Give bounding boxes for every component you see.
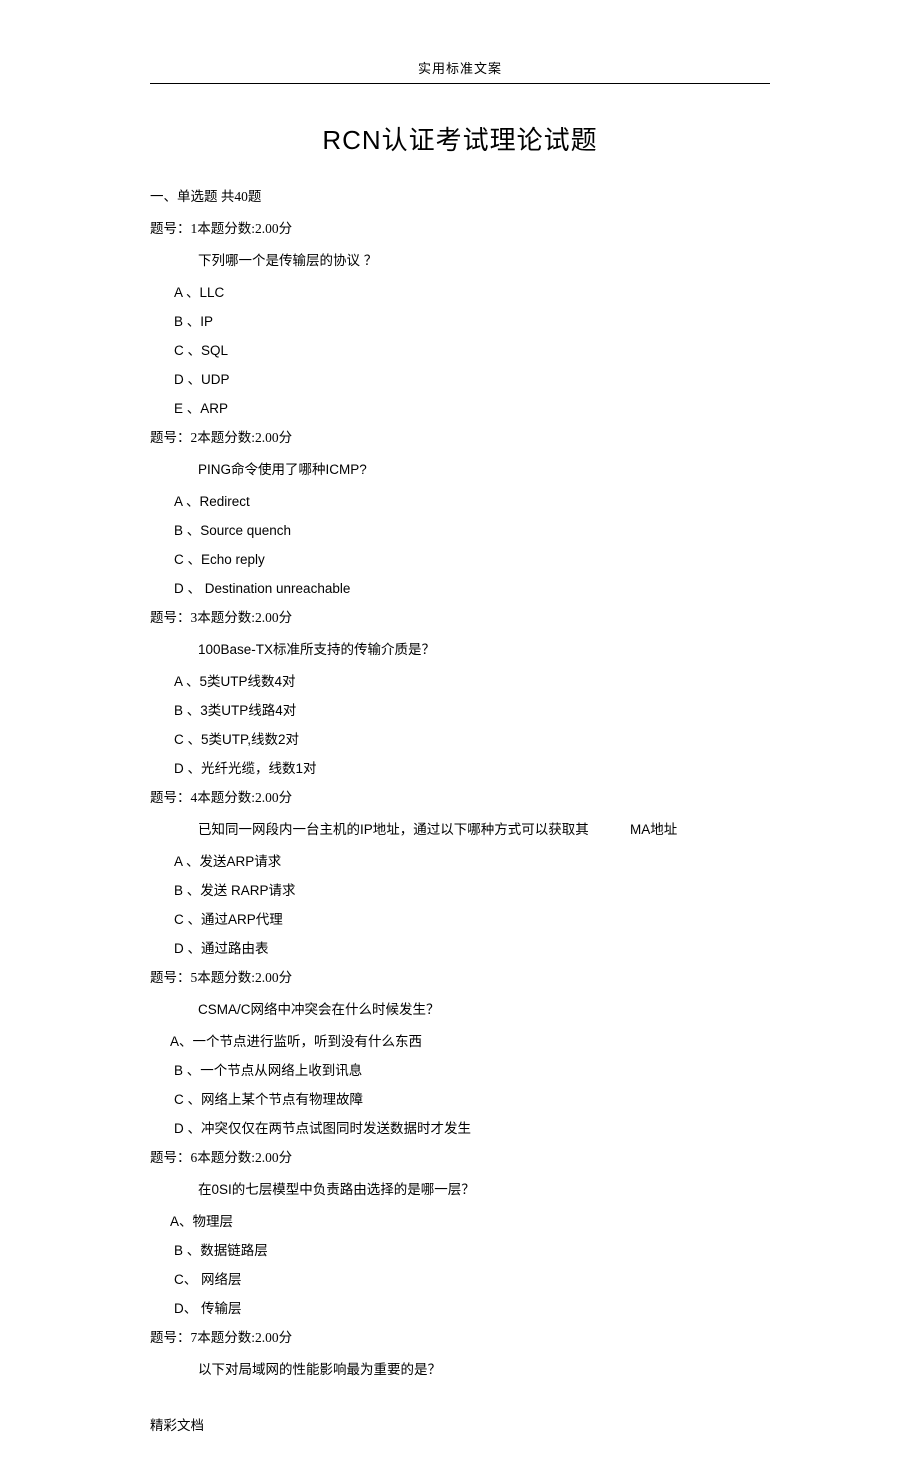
document-title: RCN认证考试理论试题 — [150, 120, 770, 157]
question-text: 下列哪一个是传输层的协议 ？ — [150, 249, 770, 269]
option: A 、LLC — [150, 281, 770, 301]
option: B 、Source quench — [150, 519, 770, 539]
question-text: 在0SI的七层模型中负责路由选择的是哪一层？ — [150, 1178, 770, 1198]
question-text: 100Base-TX标准所支持的传输介质是？ — [150, 638, 770, 658]
option: C 、网络上某个节点有物理故障 — [150, 1088, 770, 1108]
option: B 、3类UTP线路4对 — [150, 699, 770, 719]
option: B 、发送 RARP请求 — [150, 879, 770, 899]
option: D 、冲突仅仅在两节点试图同时发送数据时才发生 — [150, 1117, 770, 1137]
option: C 、SQL — [150, 339, 770, 359]
option: A 、发送ARP请求 — [150, 850, 770, 870]
question-text: 以下对局域网的性能影响最为重要的是？ — [150, 1358, 770, 1378]
option: B 、一个节点从网络上收到讯息 — [150, 1059, 770, 1079]
option: A 、5类UTP线数4对 — [150, 670, 770, 690]
option: A、物理层 — [150, 1210, 770, 1230]
option: D 、 Destination unreachable — [150, 577, 770, 597]
option: D 、光纤光缆，线数1对 — [150, 757, 770, 777]
option: B 、数据链路层 — [150, 1239, 770, 1259]
question-header: 题号：5本题分数:2.00分 — [150, 966, 770, 986]
document-page: 实用标准文案 RCN认证考试理论试题 一、单选题 共40题 题号：1本题分数:2… — [0, 0, 920, 1474]
question-header: 题号：6本题分数:2.00分 — [150, 1146, 770, 1166]
option: D、 传输层 — [150, 1297, 770, 1317]
question-header: 题号：7本题分数:2.00分 — [150, 1326, 770, 1346]
option: D 、通过路由表 — [150, 937, 770, 957]
header-divider — [150, 83, 770, 84]
option: C、 网络层 — [150, 1268, 770, 1288]
section-heading: 一、单选题 共40题 — [150, 185, 770, 205]
option: D 、UDP — [150, 368, 770, 388]
option: C 、Echo reply — [150, 548, 770, 568]
question-header: 题号：2本题分数:2.00分 — [150, 426, 770, 446]
option: C 、5类UTP,线数2对 — [150, 728, 770, 748]
page-footer: 精彩文档 — [150, 1414, 770, 1434]
question-text: CSMA/C网络中冲突会在什么时候发生？ — [150, 998, 770, 1018]
option: B 、IP — [150, 310, 770, 330]
option: A 、Redirect — [150, 490, 770, 510]
question-text-row: 已知同一网段内一台主机的IP地址，通过以下哪种方式可以获取其 MA地址 — [150, 818, 770, 838]
option: E 、ARP — [150, 397, 770, 417]
question-text-extra: MA地址 — [630, 818, 677, 838]
option: A、一个节点进行监听，听到没有什么东西 — [150, 1030, 770, 1050]
question-text: PING命令使用了哪种ICMP? — [150, 458, 770, 478]
question-header: 题号：4本题分数:2.00分 — [150, 786, 770, 806]
option: C 、通过ARP代理 — [150, 908, 770, 928]
question-header: 题号：1本题分数:2.00分 — [150, 217, 770, 237]
question-header: 题号：3本题分数:2.00分 — [150, 606, 770, 626]
page-header: 实用标准文案 — [150, 58, 770, 83]
